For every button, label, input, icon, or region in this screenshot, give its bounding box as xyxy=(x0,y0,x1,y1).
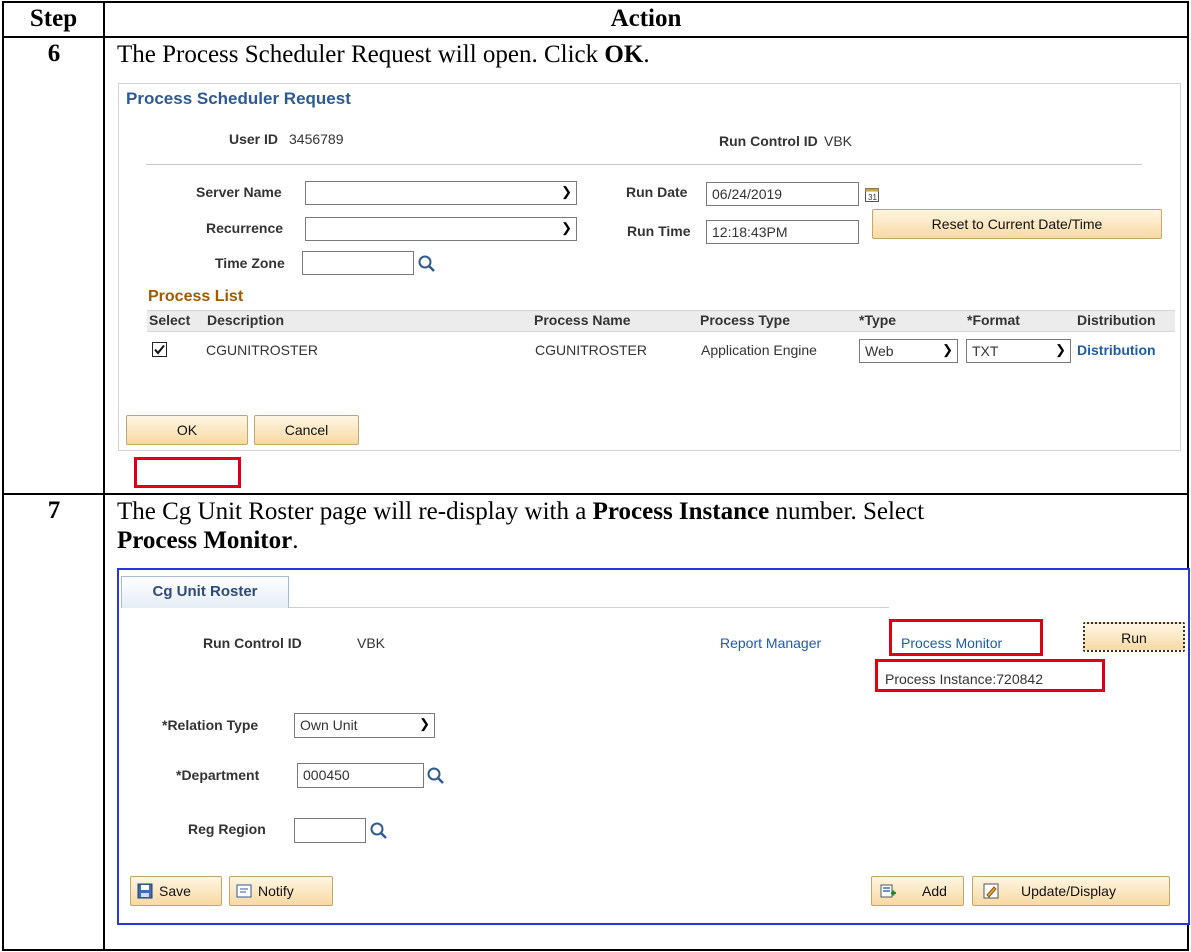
row-process-name: CGUNITROSTER xyxy=(535,342,647,358)
step7-line2-bold: Process Monitor xyxy=(117,527,293,554)
reset-datetime-button[interactable]: Reset to Current Date/Time xyxy=(872,209,1162,239)
col-select: Select xyxy=(149,312,191,328)
user-id-label: User ID xyxy=(229,131,279,147)
row-description: CGUNITROSTER xyxy=(206,342,318,358)
step6-instruction: The Process Scheduler Request will open.… xyxy=(117,40,650,69)
step6-text-bold: OK xyxy=(604,41,644,68)
process-list-title: Process List xyxy=(148,288,244,305)
col-format: *Format xyxy=(967,312,1020,328)
run-control-label: Run Control ID xyxy=(203,635,302,651)
scheduler-divider xyxy=(146,164,1142,165)
update-display-button[interactable]: Update/Display xyxy=(972,876,1170,906)
run-time-value: 12:18:43PM xyxy=(712,224,788,240)
update-display-label: Update/Display xyxy=(1021,883,1116,899)
run-control-value: VBK xyxy=(824,133,853,149)
update-display-icon xyxy=(983,883,999,899)
user-id-value: 3456789 xyxy=(289,131,344,147)
reg-region-label: Reg Region xyxy=(188,821,266,837)
add-icon xyxy=(880,884,896,898)
cg-unit-roster-panel: Cg Unit Roster Run Control ID VBK Report… xyxy=(117,568,1190,925)
row-process-type: Application Engine xyxy=(701,342,817,358)
recurrence-select[interactable]: ❯ xyxy=(305,217,577,241)
svg-text:31: 31 xyxy=(868,193,877,202)
time-zone-field[interactable] xyxy=(302,251,414,275)
report-manager-link[interactable]: Report Manager xyxy=(720,635,821,651)
process-scheduler-request-panel: Process Scheduler Request User ID 345678… xyxy=(118,83,1181,451)
search-icon[interactable] xyxy=(426,766,446,786)
search-icon[interactable] xyxy=(417,254,437,274)
time-zone-label: Time Zone xyxy=(215,255,285,271)
chevron-down-icon: ❯ xyxy=(561,220,572,235)
select-checkbox[interactable] xyxy=(152,342,167,357)
department-value: 000450 xyxy=(303,767,350,783)
process-list-header xyxy=(147,310,1175,332)
run-button[interactable]: Run xyxy=(1083,622,1185,652)
reg-region-field[interactable] xyxy=(294,818,366,843)
add-label: Add xyxy=(922,883,947,899)
highlight-process-monitor xyxy=(889,619,1043,656)
save-label: Save xyxy=(159,883,191,899)
chevron-down-icon: ❯ xyxy=(942,342,953,357)
col-description: Description xyxy=(207,312,285,328)
ok-button[interactable]: OK xyxy=(126,415,248,445)
distribution-link[interactable]: Distribution xyxy=(1077,342,1156,358)
col-process-type: Process Type xyxy=(700,312,791,328)
step7-line1-after: number. Select xyxy=(769,498,925,525)
step7-line2-after: . xyxy=(292,527,299,554)
run-date-value: 06/24/2019 xyxy=(712,186,783,202)
col-process-name: Process Name xyxy=(534,312,631,328)
step6-text-after: . xyxy=(643,41,650,68)
format-value: TXT xyxy=(972,343,999,359)
highlight-ok-button xyxy=(134,457,241,488)
run-date-label: Run Date xyxy=(626,184,688,200)
notify-icon xyxy=(236,884,252,898)
run-control-label: Run Control ID xyxy=(719,133,818,149)
col-type: *Type xyxy=(859,312,897,328)
table-column-divider xyxy=(103,1,105,951)
tab-baseline xyxy=(289,607,889,608)
table-border-left xyxy=(2,1,4,951)
chevron-down-icon: ❯ xyxy=(1055,342,1066,357)
step-number-6: 6 xyxy=(47,40,61,67)
run-time-label: Run Time xyxy=(627,223,691,239)
col-distribution: Distribution xyxy=(1077,312,1156,328)
chevron-down-icon: ❯ xyxy=(419,716,430,731)
table-row-divider xyxy=(2,493,1189,495)
type-select[interactable]: Web ❯ xyxy=(859,339,958,363)
step7-line1-bold: Process Instance xyxy=(592,498,770,525)
format-select[interactable]: TXT ❯ xyxy=(966,339,1071,363)
relation-type-label: *Relation Type xyxy=(162,717,259,733)
table-border-bottom xyxy=(2,949,1189,951)
step-number-7: 7 xyxy=(47,497,61,524)
department-label: *Department xyxy=(176,767,260,783)
department-field[interactable]: 000450 xyxy=(297,763,424,788)
highlight-process-instance xyxy=(875,659,1105,692)
chevron-down-icon: ❯ xyxy=(561,184,572,199)
step7-instruction: The Cg Unit Roster page will re-display … xyxy=(117,497,1182,555)
search-icon[interactable] xyxy=(369,821,389,841)
run-time-field[interactable]: 12:18:43PM xyxy=(706,220,859,244)
table-header-divider xyxy=(2,36,1189,38)
run-date-field[interactable]: 06/24/2019 xyxy=(706,182,859,206)
notify-label: Notify xyxy=(258,883,294,899)
server-name-select[interactable]: ❯ xyxy=(305,181,577,205)
header-step: Step xyxy=(29,5,78,32)
run-control-value: VBK xyxy=(357,635,386,651)
save-icon xyxy=(137,883,153,899)
cancel-button[interactable]: Cancel xyxy=(254,415,359,445)
tab-cg-unit-roster[interactable]: Cg Unit Roster xyxy=(121,576,289,608)
step6-text-before: The Process Scheduler Request will open.… xyxy=(117,41,605,68)
recurrence-label: Recurrence xyxy=(206,220,284,236)
notify-button[interactable]: Notify xyxy=(229,876,333,906)
header-action: Action xyxy=(610,5,682,32)
relation-type-value: Own Unit xyxy=(300,717,358,733)
step7-line1-before: The Cg Unit Roster page will re-display … xyxy=(117,498,593,525)
type-value: Web xyxy=(865,343,894,359)
server-name-label: Server Name xyxy=(196,184,282,200)
save-button[interactable]: Save xyxy=(130,876,222,906)
scheduler-title: Process Scheduler Request xyxy=(126,89,351,108)
add-button[interactable]: Add xyxy=(871,876,964,906)
relation-type-select[interactable]: Own Unit ❯ xyxy=(294,713,435,738)
calendar-icon[interactable]: 31 xyxy=(865,187,879,202)
